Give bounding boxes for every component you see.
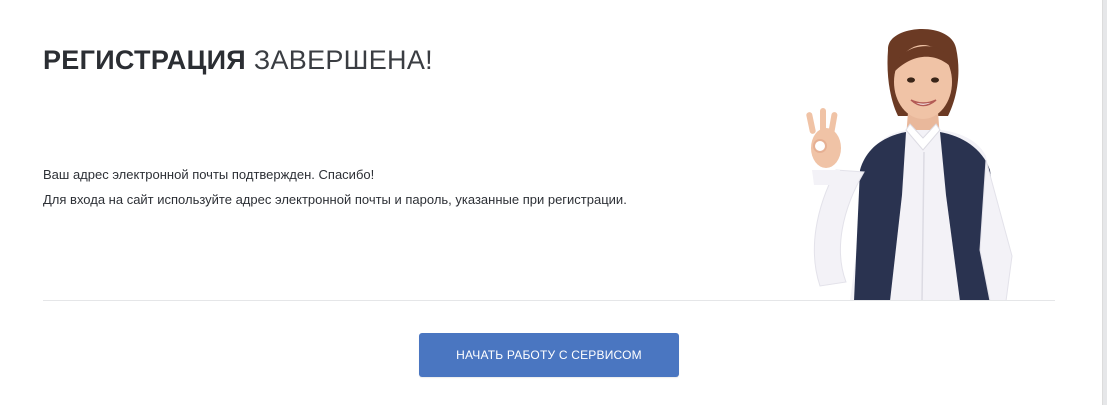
section-divider xyxy=(43,300,1055,301)
confirmation-message: Ваш адрес электронной почты подтвержден.… xyxy=(43,167,375,182)
title-light-part: ЗАВЕРШЕНА! xyxy=(253,45,433,75)
login-instructions: Для входа на сайт используйте адрес элек… xyxy=(43,192,627,207)
window-edge xyxy=(1103,0,1107,405)
registration-complete-panel: РЕГИСТРАЦИЯ ЗАВЕРШЕНА! Ваш адрес электро… xyxy=(0,0,1103,405)
title-bold-part: РЕГИСТРАЦИЯ xyxy=(43,45,247,75)
woman-ok-gesture-illustration xyxy=(790,20,1040,301)
page-title: РЕГИСТРАЦИЯ ЗАВЕРШЕНА! xyxy=(43,40,433,80)
start-service-button[interactable]: НАЧАТЬ РАБОТУ С СЕРВИСОМ xyxy=(419,333,679,377)
